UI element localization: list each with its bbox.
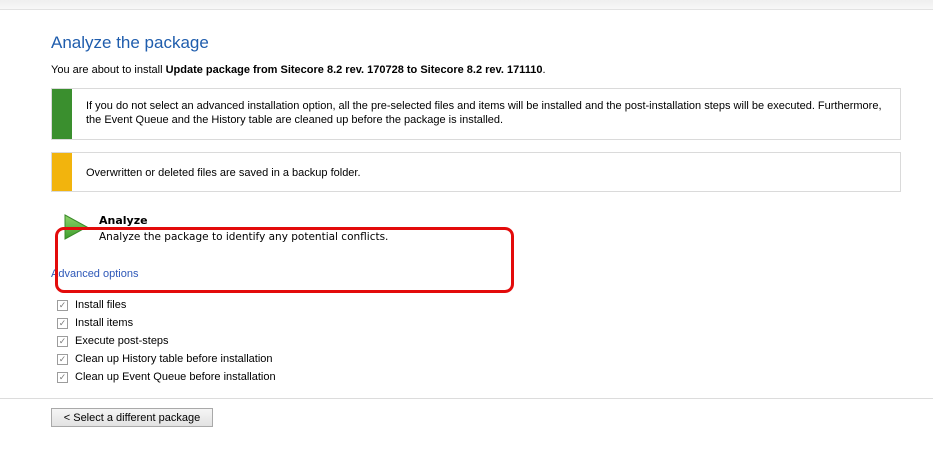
- footer-divider: [0, 398, 933, 399]
- checkbox[interactable]: ✓: [57, 317, 68, 329]
- analyze-button[interactable]: Analyze Analyze the package to identify …: [64, 212, 524, 252]
- select-different-package-button[interactable]: < Select a different package: [51, 408, 213, 427]
- checkbox[interactable]: ✓: [57, 335, 68, 347]
- option-install-items[interactable]: ✓ Install items: [57, 314, 276, 332]
- warning-color-bar: [52, 153, 72, 191]
- info-notice-text: If you do not select an advanced install…: [86, 100, 882, 126]
- analyze-description: Analyze the package to identify any pote…: [99, 231, 389, 243]
- advanced-options-link[interactable]: Advanced options: [51, 268, 138, 280]
- option-label: Clean up Event Queue before installation: [75, 371, 276, 383]
- option-label: Execute post-steps: [75, 335, 169, 347]
- warning-notice-text: Overwritten or deleted files are saved i…: [86, 167, 361, 179]
- option-label: Install files: [75, 299, 127, 311]
- analyze-title: Analyze: [99, 214, 148, 227]
- checkbox[interactable]: ✓: [57, 299, 68, 311]
- intro-text: You are about to install Update package …: [51, 64, 546, 76]
- checkbox[interactable]: ✓: [57, 371, 68, 383]
- warning-notice: Overwritten or deleted files are saved i…: [51, 152, 901, 192]
- option-execute-post-steps[interactable]: ✓ Execute post-steps: [57, 332, 276, 350]
- option-clean-event-queue[interactable]: ✓ Clean up Event Queue before installati…: [57, 368, 276, 386]
- advanced-options-list: ✓ Install files ✓ Install items ✓ Execut…: [57, 296, 276, 386]
- intro-suffix: .: [542, 64, 546, 76]
- top-bar: [0, 0, 933, 10]
- checkbox[interactable]: ✓: [57, 353, 68, 365]
- option-label: Install items: [75, 317, 134, 329]
- intro-prefix: You are about to install: [51, 64, 166, 76]
- package-name: Update package from Sitecore 8.2 rev. 17…: [165, 64, 543, 76]
- info-color-bar: [52, 89, 72, 139]
- play-arrow-icon: [64, 214, 88, 240]
- option-clean-history[interactable]: ✓ Clean up History table before installa…: [57, 350, 276, 368]
- option-install-files[interactable]: ✓ Install files: [57, 296, 276, 314]
- page-title: Analyze the package: [51, 33, 209, 52]
- option-label: Clean up History table before installati…: [75, 353, 273, 365]
- info-notice: If you do not select an advanced install…: [51, 88, 901, 140]
